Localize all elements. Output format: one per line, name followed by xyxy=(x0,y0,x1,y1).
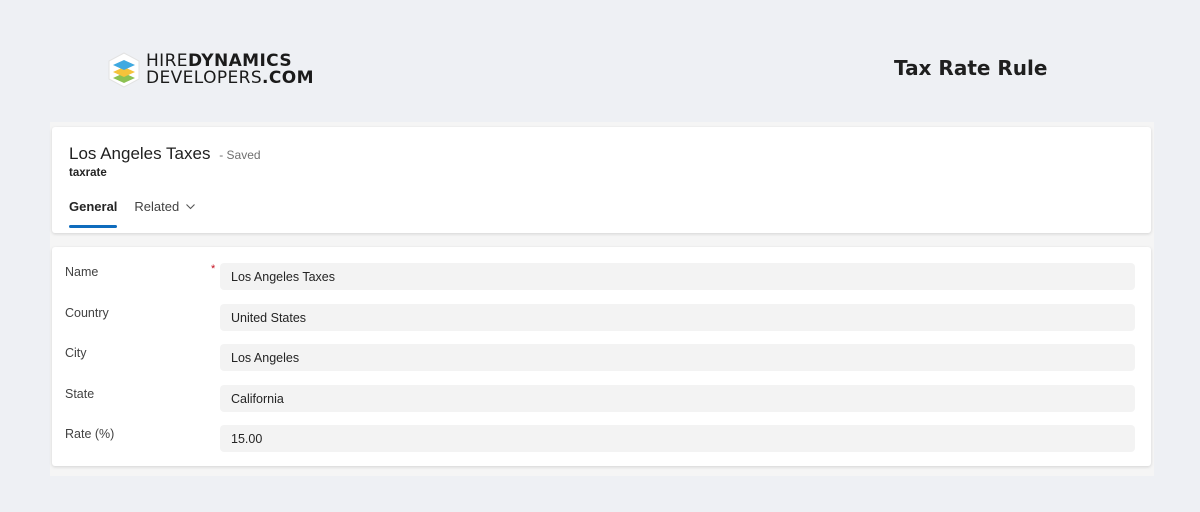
record-entity-name: taxrate xyxy=(69,167,107,179)
chevron-down-icon xyxy=(186,204,196,210)
field-row-city: City Los Angeles xyxy=(52,344,1151,372)
brand-logo: HIREDYNAMICS DEVELOPERS.COM xyxy=(108,52,314,88)
record-tabs: General Related xyxy=(69,199,213,229)
rate-field[interactable]: 15.00 xyxy=(220,425,1135,452)
field-row-state: State California xyxy=(52,385,1151,413)
brand-line-2: DEVELOPERS.COM xyxy=(146,70,314,87)
record-title-line: Los Angeles Taxes - Saved xyxy=(69,144,261,164)
country-field[interactable]: United States xyxy=(220,304,1135,331)
field-row-rate: Rate (%) 15.00 xyxy=(52,425,1151,453)
tab-related[interactable]: Related xyxy=(134,199,196,229)
name-field[interactable]: Los Angeles Taxes xyxy=(220,263,1135,290)
page-heading: Tax Rate Rule xyxy=(894,56,1048,80)
state-label: State xyxy=(65,387,95,401)
record-header: Los Angeles Taxes - Saved taxrate Genera… xyxy=(52,127,1151,233)
field-row-name: Name * Los Angeles Taxes xyxy=(52,263,1151,291)
required-indicator: * xyxy=(211,263,216,275)
rate-label: Rate (%) xyxy=(65,427,115,441)
record-save-status: - Saved xyxy=(219,148,261,162)
name-label: Name xyxy=(65,265,99,279)
city-label: City xyxy=(65,346,87,360)
field-row-country: Country United States xyxy=(52,304,1151,332)
country-label: Country xyxy=(65,306,109,320)
tab-general[interactable]: General xyxy=(69,199,118,229)
record-title: Los Angeles Taxes xyxy=(69,144,211,163)
general-form: Name * Los Angeles Taxes Country United … xyxy=(52,247,1151,466)
brand-word-developers: DEVELOPERS xyxy=(146,68,263,88)
tab-general-label: General xyxy=(69,199,118,214)
layered-stack-icon xyxy=(108,52,140,88)
city-field[interactable]: Los Angeles xyxy=(220,344,1135,371)
state-field[interactable]: California xyxy=(220,385,1135,412)
brand-word-com: .COM xyxy=(262,68,314,88)
tab-related-label: Related xyxy=(134,199,180,214)
brand-wordmark: HIREDYNAMICS DEVELOPERS.COM xyxy=(146,53,314,87)
